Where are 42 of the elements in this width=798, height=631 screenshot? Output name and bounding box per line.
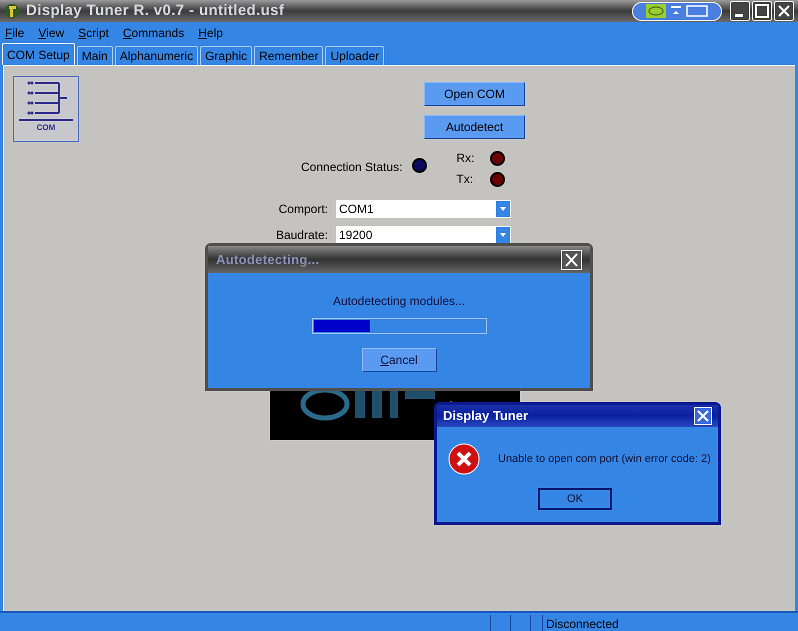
maximize-icon[interactable]: [752, 1, 772, 21]
close-icon[interactable]: [561, 250, 582, 270]
app-icon: [4, 3, 20, 19]
error-icon: [448, 443, 480, 475]
signal-label: Tx:: [456, 171, 474, 188]
menu-item[interactable]: Help: [198, 24, 223, 42]
status-text: Disconnected: [542, 615, 798, 631]
tab[interactable]: COM Setup: [2, 43, 75, 65]
cancel-button[interactable]: Cancel: [362, 348, 436, 372]
tab[interactable]: Uploader: [325, 46, 384, 65]
minimize-icon[interactable]: [730, 1, 750, 21]
window-icon[interactable]: [686, 5, 708, 17]
icon-caption: COM: [36, 122, 56, 134]
dialog-title: Display Tuner: [443, 407, 528, 426]
menu-item[interactable]: Commands: [122, 24, 184, 42]
tray-widget[interactable]: [632, 2, 722, 20]
dropdown-arrow-icon[interactable]: [500, 233, 506, 237]
dialog-message: Autodetecting modules...: [332, 293, 466, 310]
tab[interactable]: Remember: [254, 46, 324, 65]
tab[interactable]: Main: [76, 46, 113, 65]
dialog-message: Unable to open com port (win error code: 2): [498, 452, 711, 467]
tab[interactable]: Alphanumeric: [114, 46, 198, 65]
field-label: Baudrate:: [274, 227, 328, 244]
menu-item[interactable]: File: [5, 24, 24, 42]
dropdown-arrow-icon[interactable]: [500, 207, 506, 211]
menu-item[interactable]: Script: [78, 24, 109, 42]
ok-button[interactable]: OK: [538, 488, 612, 510]
action-button[interactable]: Autodetect: [424, 115, 525, 139]
close-icon[interactable]: [774, 1, 794, 21]
dropdown-field[interactable]: COM1: [336, 200, 511, 218]
status-label: Connection Status:: [301, 159, 402, 176]
eye-icon[interactable]: [646, 4, 666, 18]
field-label: Comport:: [278, 201, 328, 218]
action-button[interactable]: Open COM: [424, 82, 525, 106]
close-icon[interactable]: [694, 407, 712, 425]
window-title: Display Tuner R. v0.7 - untitled.usf: [26, 0, 284, 21]
dropdown-field[interactable]: 19200: [336, 226, 511, 244]
eject-icon[interactable]: [670, 5, 682, 17]
menu-item[interactable]: View: [38, 24, 64, 42]
dialog-title: Autodetecting...: [216, 250, 320, 269]
tab[interactable]: Graphic: [200, 46, 252, 65]
signal-label: Rx:: [456, 150, 474, 167]
